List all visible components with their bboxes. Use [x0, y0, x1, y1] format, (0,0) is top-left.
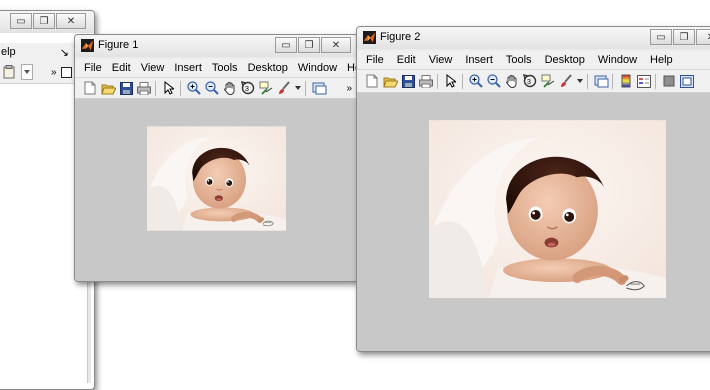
- menu-view[interactable]: View: [136, 62, 170, 74]
- toolbar-separator: [180, 80, 181, 96]
- save-icon[interactable]: [118, 80, 134, 96]
- show-plot-tools-icon[interactable]: [679, 73, 695, 89]
- save-icon[interactable]: [400, 73, 416, 89]
- pan-icon[interactable]: [222, 80, 238, 96]
- menu-desktop[interactable]: Desktop: [540, 54, 593, 66]
- background-window-controls: ▭ ❐ ✕: [9, 13, 86, 29]
- menu-insert[interactable]: Insert: [460, 54, 501, 66]
- menu-window[interactable]: Window: [293, 62, 342, 74]
- minimize-button[interactable]: ▭: [275, 37, 297, 53]
- dropdown-arrow-icon[interactable]: [21, 64, 33, 80]
- minimize-button[interactable]: ▭: [10, 13, 32, 29]
- minimize-button[interactable]: ▭: [650, 29, 672, 45]
- menu-view[interactable]: View: [424, 54, 461, 66]
- pan-icon[interactable]: [504, 73, 520, 89]
- toolbar-separator: [655, 73, 656, 89]
- rotate-3d-icon[interactable]: 3: [240, 80, 256, 96]
- open-file-icon[interactable]: [382, 73, 398, 89]
- overflow-chevron-icon[interactable]: »: [346, 83, 352, 94]
- toolbar-separator: [612, 73, 613, 89]
- new-figure-icon[interactable]: [364, 73, 380, 89]
- matlab-logo-icon: [363, 31, 376, 44]
- figure-2-window: Figure 2 ▭ ❐ ✕ File Edit View Insert Too…: [356, 26, 710, 352]
- toolbar-separator: [437, 73, 438, 89]
- open-file-icon[interactable]: [100, 80, 116, 96]
- figure-2-titlebar: Figure 2 ▭ ❐ ✕: [357, 27, 710, 49]
- print-icon[interactable]: [418, 73, 434, 89]
- figure-1-canvas: [75, 99, 357, 281]
- toolbar-separator: [155, 80, 156, 96]
- new-figure-icon[interactable]: [82, 80, 98, 96]
- figure-2-title: Figure 2: [380, 31, 421, 43]
- zoom-out-icon[interactable]: [204, 80, 220, 96]
- menu-edit[interactable]: Edit: [107, 62, 136, 74]
- data-cursor-icon[interactable]: [540, 73, 556, 89]
- figure-1-window: Figure 1 ▭ ❐ ✕ File Edit View Insert Too…: [74, 34, 358, 282]
- rotate-3d-icon[interactable]: 3: [522, 73, 538, 89]
- menu-file[interactable]: File: [357, 54, 392, 66]
- menu-tools[interactable]: Tools: [207, 62, 243, 74]
- svg-text:3: 3: [527, 79, 531, 86]
- menu-window[interactable]: Window: [593, 54, 645, 66]
- zoom-out-icon[interactable]: [486, 73, 502, 89]
- menu-insert[interactable]: Insert: [169, 62, 207, 74]
- menu-tools[interactable]: Tools: [501, 54, 540, 66]
- close-button[interactable]: ✕: [56, 13, 86, 29]
- figure-1-image: [147, 126, 286, 231]
- maximize-button[interactable]: ❐: [298, 37, 320, 53]
- square-icon[interactable]: [60, 66, 72, 78]
- brush-icon[interactable]: [276, 80, 292, 96]
- menu-edit[interactable]: Edit: [392, 54, 424, 66]
- pointer-icon[interactable]: [443, 73, 459, 89]
- legend-icon[interactable]: [636, 73, 652, 89]
- figure-1-titlebar: Figure 1 ▭ ❐ ✕: [75, 35, 357, 57]
- toolbar-separator: [587, 73, 588, 89]
- figure-1-title: Figure 1: [98, 39, 139, 51]
- toolbar-separator: [462, 73, 463, 89]
- overflow-chevron-icon[interactable]: »: [51, 67, 57, 78]
- menu-help[interactable]: Help: [645, 54, 678, 66]
- figure-2-toolbar: 3: [357, 70, 710, 93]
- print-icon[interactable]: [136, 80, 152, 96]
- figure-2-window-controls: ▭ ❐ ✕: [649, 29, 710, 45]
- brush-dropdown-icon[interactable]: [294, 80, 302, 96]
- data-cursor-icon[interactable]: [258, 80, 274, 96]
- paste-icon[interactable]: [1, 64, 17, 80]
- figure-1-toolbar: 3 »: [75, 78, 357, 99]
- menu-help-partial[interactable]: elp: [0, 46, 21, 58]
- zoom-in-icon[interactable]: [186, 80, 202, 96]
- figure-1-menubar: File Edit View Insert Tools Desktop Wind…: [75, 59, 357, 78]
- menu-desktop[interactable]: Desktop: [243, 62, 293, 74]
- figure-2-canvas: [357, 93, 710, 351]
- maximize-button[interactable]: ❐: [673, 29, 695, 45]
- colorbar-icon[interactable]: [618, 73, 634, 89]
- pointer-icon[interactable]: [161, 80, 177, 96]
- figure-2-menubar: File Edit View Insert Tools Desktop Wind…: [357, 51, 710, 70]
- menu-file[interactable]: File: [75, 62, 107, 74]
- pin-icon[interactable]: ↘: [55, 46, 74, 59]
- brush-dropdown-icon[interactable]: [576, 73, 584, 89]
- link-icon[interactable]: [311, 80, 327, 96]
- brush-icon[interactable]: [558, 73, 574, 89]
- close-button[interactable]: ✕: [696, 29, 710, 45]
- svg-text:3: 3: [245, 86, 249, 93]
- toolbar-separator: [305, 80, 306, 96]
- link-icon[interactable]: [593, 73, 609, 89]
- zoom-in-icon[interactable]: [468, 73, 484, 89]
- figure-2-image: [429, 119, 666, 299]
- close-button[interactable]: ✕: [321, 37, 351, 53]
- figure-1-window-controls: ▭ ❐ ✕: [274, 37, 351, 53]
- hide-plot-tools-icon[interactable]: [661, 73, 677, 89]
- matlab-logo-icon: [81, 39, 94, 52]
- maximize-button[interactable]: ❐: [33, 13, 55, 29]
